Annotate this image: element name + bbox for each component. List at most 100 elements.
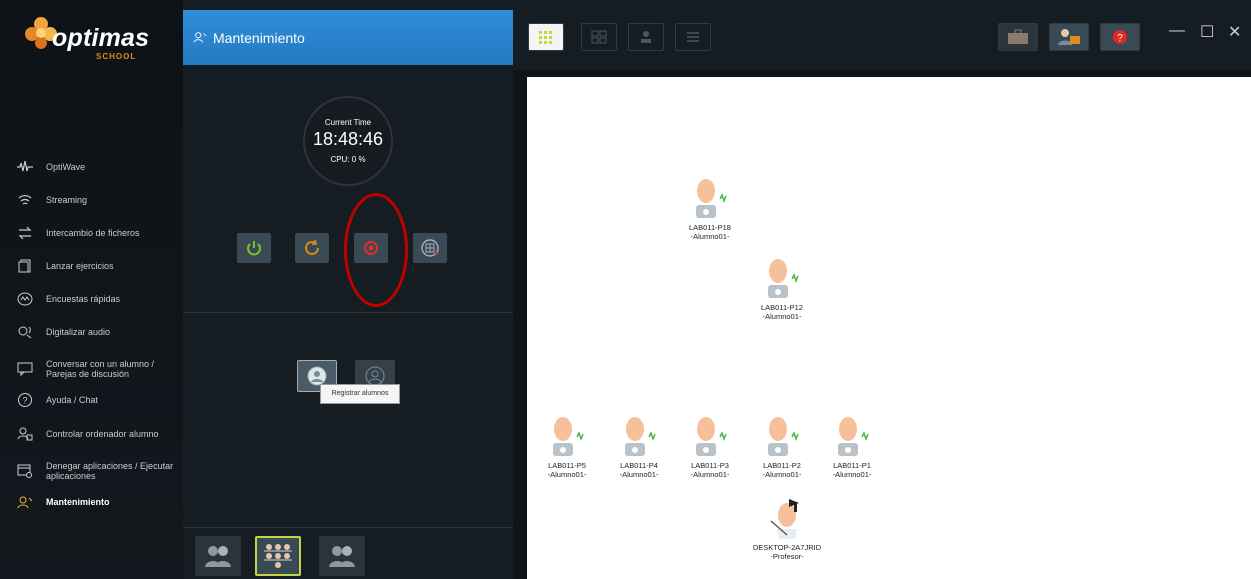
help-button[interactable]: ? xyxy=(1100,23,1140,51)
top-toolbar: ? — ☐ ✕ xyxy=(513,0,1251,70)
clock-time: 18:48:46 xyxy=(312,129,384,149)
group-icon xyxy=(205,546,231,567)
maintenance-panel: Mantenimiento Current Time 18:48:46 CPU:… xyxy=(183,0,513,579)
student-computer[interactable]: LAB011-P3 -Alumno01- xyxy=(675,415,745,479)
sidebar-item-remote-control[interactable]: Controlar ordenador alumno xyxy=(16,426,181,442)
user-name: -Alumno01- xyxy=(547,470,587,479)
teacher-computer[interactable]: DESKTOP-2A7JRID -Profesor- xyxy=(739,497,835,561)
toolbox-icon xyxy=(1008,29,1028,44)
computer-name: LAB011-P1 xyxy=(833,461,871,470)
sidebar-item-streaming[interactable]: Streaming xyxy=(16,192,181,208)
computer-name: LAB011-P5 xyxy=(548,461,586,470)
user-name: -Alumno01- xyxy=(619,470,659,479)
sidebar-item-label: Conversar con un alumno / Parejas de dis… xyxy=(46,359,155,379)
sidebar-item-label: Lanzar ejercicios xyxy=(46,261,114,271)
exchange-icon xyxy=(16,225,34,241)
student-icon xyxy=(553,417,584,456)
classroom-map: LAB011-P18 -Alumno01- LAB011-P12 -Alumno… xyxy=(527,77,1251,579)
power-icon xyxy=(247,241,261,256)
student-computer[interactable]: LAB011-P4 -Alumno01- xyxy=(604,415,674,479)
maintenance-icon xyxy=(16,494,34,510)
user-name: -Alumno01- xyxy=(690,470,730,479)
sidebar-item-label: Encuestas rápidas xyxy=(46,294,121,304)
view-grid-button[interactable] xyxy=(528,23,564,51)
student-computer[interactable]: LAB011-P1 -Alumno01- xyxy=(817,415,887,479)
brand-sub: SCHOOL xyxy=(96,52,137,61)
sidebar-item-quick-polls[interactable]: Encuestas rápidas xyxy=(16,291,181,307)
highlight-annotation xyxy=(344,193,408,307)
poll-icon xyxy=(16,291,34,307)
display-settings-button[interactable] xyxy=(413,233,447,263)
student-computer[interactable]: LAB011-P12 -Alumno01- xyxy=(747,257,817,321)
chat-icon xyxy=(16,361,34,377)
computer-name: DESKTOP-2A7JRID xyxy=(752,543,822,552)
student-icon xyxy=(696,179,727,218)
pairs-view-button[interactable] xyxy=(319,536,365,576)
remote-control-icon xyxy=(16,426,34,442)
computer-name: LAB011-P4 xyxy=(620,461,658,470)
panel-header: Mantenimiento xyxy=(183,10,513,65)
view-thumbnails-button[interactable] xyxy=(581,23,617,51)
student-icon xyxy=(696,417,727,456)
close-icon[interactable]: ✕ xyxy=(1228,22,1241,42)
view-users-button[interactable] xyxy=(628,23,664,51)
maximize-icon[interactable]: ☐ xyxy=(1200,22,1214,42)
users-toolbox-button[interactable] xyxy=(1049,23,1089,51)
sidebar-item-digitize-audio[interactable]: Digitalizar audio xyxy=(16,324,181,340)
student-computer[interactable]: LAB011-P18 -Alumno01- xyxy=(675,177,745,241)
sidebar-item-label: Controlar ordenador alumno xyxy=(46,429,159,439)
student-icon xyxy=(768,417,799,456)
student-computer[interactable]: LAB011-P2 -Alumno01- xyxy=(747,415,817,479)
sidebar-item-label: Intercambio de ficheros xyxy=(46,228,140,238)
svg-text:?: ? xyxy=(22,396,27,406)
computer-name: LAB011-P2 xyxy=(763,461,801,470)
tooltip: Registrar alumnos xyxy=(320,384,400,404)
maintenance-icon xyxy=(193,30,207,49)
user-name: -Profesor- xyxy=(770,552,804,561)
wifi-icon xyxy=(16,192,34,208)
sidebar-item-launch-exercises[interactable]: Lanzar ejercicios xyxy=(16,258,181,274)
list-icon xyxy=(687,32,699,42)
cpu-usage: CPU: 0 % xyxy=(330,155,366,164)
toolbox-button[interactable] xyxy=(998,23,1038,51)
logo: optimas SCHOOL xyxy=(22,14,162,66)
student-icon xyxy=(838,417,869,456)
sidebar-item-file-exchange[interactable]: Intercambio de ficheros xyxy=(16,225,181,241)
classroom-layout-button[interactable] xyxy=(255,536,301,576)
svg-text:?: ? xyxy=(1117,33,1123,44)
group-icon xyxy=(329,546,355,567)
user-name: -Alumno01- xyxy=(832,470,872,479)
group-view-button[interactable] xyxy=(195,536,241,576)
user-briefcase-icon xyxy=(1058,29,1080,45)
user-name: -Alumno01- xyxy=(762,470,802,479)
help-icon: ? xyxy=(1113,30,1127,44)
grid-screen-icon xyxy=(421,239,439,257)
computer-name: LAB011-P18 xyxy=(689,223,731,232)
minimize-icon[interactable]: — xyxy=(1169,22,1185,40)
sidebar-item-optiwave[interactable]: OptiWave xyxy=(16,159,181,175)
view-list-button[interactable] xyxy=(675,23,711,51)
launch-icon xyxy=(16,258,34,274)
sidebar-item-deny-apps[interactable]: Denegar aplicaciones / Ejecutar aplicaci… xyxy=(16,461,181,481)
thumbnails-icon xyxy=(591,30,607,44)
sidebar-item-label: Mantenimiento xyxy=(46,497,110,507)
grid-view-icon xyxy=(539,31,552,44)
panel-title: Mantenimiento xyxy=(213,30,305,46)
brand-name: optimas xyxy=(52,24,150,52)
help-icon: ? xyxy=(16,392,34,408)
sidebar-item-conversation[interactable]: Conversar con un alumno / Parejas de dis… xyxy=(16,359,181,379)
user-name: -Alumno01- xyxy=(762,312,802,321)
deny-apps-icon xyxy=(16,463,34,479)
sidebar-item-help-chat[interactable]: ? Ayuda / Chat xyxy=(16,392,181,408)
sidebar-item-label: Denegar aplicaciones / Ejecutar aplicaci… xyxy=(46,461,174,481)
restart-icon xyxy=(305,239,319,255)
teacher-icon xyxy=(770,499,799,539)
current-time-dial: Current Time 18:48:46 CPU: 0 % xyxy=(303,96,393,186)
student-icon xyxy=(625,417,656,456)
sidebar-item-maintenance[interactable]: Mantenimiento xyxy=(16,494,181,510)
restart-button[interactable] xyxy=(295,233,329,263)
audio-icon xyxy=(16,324,34,340)
shutdown-button[interactable] xyxy=(237,233,271,263)
student-computer[interactable]: LAB011-P5 -Alumno01- xyxy=(532,415,602,479)
divider xyxy=(183,312,513,313)
